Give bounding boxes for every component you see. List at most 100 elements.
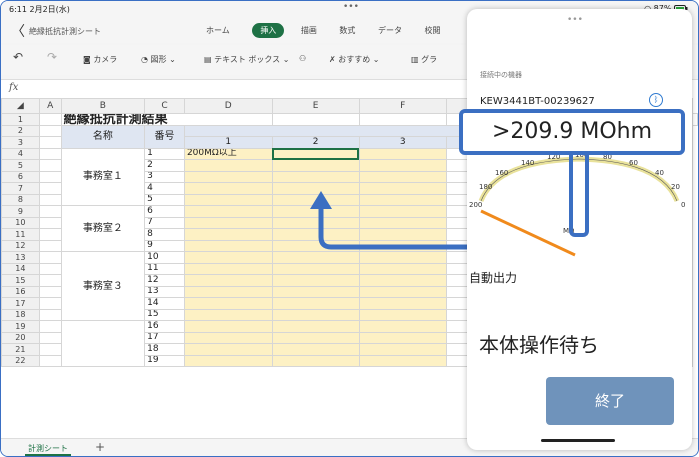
row-header[interactable]: 9: [1, 205, 40, 218]
tab-insert[interactable]: 挿入: [252, 23, 285, 38]
row-header[interactable]: 7: [1, 182, 40, 195]
cell-a[interactable]: [38, 124, 62, 137]
cell-a[interactable]: [38, 113, 62, 126]
cell[interactable]: [692, 113, 698, 126]
result-cell[interactable]: [183, 170, 273, 183]
cell-number[interactable]: 6: [144, 205, 185, 218]
cell-number[interactable]: 2: [144, 159, 185, 172]
result-cell[interactable]: [271, 308, 360, 321]
undo-icon[interactable]: ↶: [13, 50, 23, 64]
result-cell[interactable]: [271, 331, 360, 344]
cell-number[interactable]: 12: [144, 274, 185, 287]
cell[interactable]: [358, 113, 447, 126]
recommended-button[interactable]: ✗ おすすめ ⌄: [329, 54, 380, 65]
result-cell[interactable]: [358, 320, 447, 333]
row-header[interactable]: 6: [1, 170, 40, 183]
tab-home[interactable]: ホーム: [206, 25, 230, 36]
panel-handle[interactable]: •••: [567, 15, 583, 25]
row-header[interactable]: 19: [1, 320, 40, 333]
redo-icon[interactable]: ↷: [47, 50, 57, 64]
cell-a[interactable]: [38, 320, 62, 333]
add-sheet-button[interactable]: +: [95, 440, 105, 454]
cell-number[interactable]: 11: [144, 262, 185, 275]
result-cell[interactable]: [271, 285, 360, 298]
cell-number[interactable]: 19: [144, 354, 185, 367]
cell-a[interactable]: [38, 136, 62, 149]
bluetooth-icon[interactable]: ᛒ: [649, 93, 663, 107]
result-cell[interactable]: [358, 147, 447, 160]
cell-a[interactable]: [38, 159, 62, 172]
header-trial-1[interactable]: 1: [183, 136, 273, 149]
cell-number[interactable]: 3: [144, 170, 185, 183]
cell-number[interactable]: 8: [144, 228, 185, 241]
row-header[interactable]: 21: [1, 343, 40, 356]
result-cell[interactable]: [358, 297, 447, 310]
tab-data[interactable]: データ: [378, 25, 402, 36]
result-cell[interactable]: [183, 239, 273, 252]
cell-a[interactable]: [38, 297, 62, 310]
cell-number[interactable]: 10: [144, 251, 185, 264]
result-cell[interactable]: [358, 331, 447, 344]
result-cell[interactable]: [183, 205, 273, 218]
result-cell[interactable]: [183, 182, 273, 195]
result-cell[interactable]: [358, 343, 447, 356]
cell-a[interactable]: [38, 193, 62, 206]
result-cell[interactable]: [358, 308, 447, 321]
row-header[interactable]: 3: [1, 136, 40, 149]
cell-a[interactable]: [38, 274, 62, 287]
result-cell[interactable]: [358, 159, 447, 172]
result-cell[interactable]: [183, 159, 273, 172]
end-button[interactable]: 終了: [546, 377, 674, 425]
shapes-button[interactable]: ◔ 図形 ⌄: [141, 54, 176, 65]
cell-a[interactable]: [38, 216, 62, 229]
header-trial-3[interactable]: 3: [358, 136, 447, 149]
selected-cell[interactable]: [271, 147, 360, 160]
cell-a[interactable]: [38, 205, 62, 218]
cell-number[interactable]: 1: [144, 147, 185, 160]
result-cell[interactable]: [183, 285, 273, 298]
room-name-empty[interactable]: [60, 320, 146, 367]
column-header-f[interactable]: F: [358, 98, 447, 114]
column-header-b[interactable]: B: [60, 98, 146, 114]
cell-number[interactable]: 15: [144, 308, 185, 321]
result-cell[interactable]: [183, 297, 273, 310]
result-cell[interactable]: [271, 354, 360, 367]
cell-number[interactable]: 14: [144, 297, 185, 310]
result-cell[interactable]: [183, 331, 273, 344]
cell-a[interactable]: [38, 239, 62, 252]
result-cell[interactable]: [358, 274, 447, 287]
room-name[interactable]: 事務室３: [60, 251, 146, 321]
row-header[interactable]: 4: [1, 147, 40, 160]
result-cell[interactable]: [183, 343, 273, 356]
result-cell[interactable]: [271, 262, 360, 275]
tab-formulas[interactable]: 数式: [339, 25, 355, 36]
cell-number[interactable]: 7: [144, 216, 185, 229]
cell[interactable]: [271, 113, 360, 126]
column-header-a[interactable]: A: [38, 98, 62, 114]
cell-a[interactable]: [38, 147, 62, 160]
result-cell[interactable]: [183, 274, 273, 287]
row-header[interactable]: 12: [1, 239, 40, 252]
cell-a[interactable]: [38, 228, 62, 241]
cell-a[interactable]: [38, 182, 62, 195]
result-cell[interactable]: [183, 193, 273, 206]
room-name[interactable]: 事務室１: [60, 147, 146, 206]
cell-number[interactable]: 16: [144, 320, 185, 333]
chart-button[interactable]: ▥ グラ: [411, 54, 437, 65]
result-cell[interactable]: [271, 343, 360, 356]
result-cell[interactable]: [183, 354, 273, 367]
result-cell[interactable]: [183, 308, 273, 321]
result-cell[interactable]: [358, 262, 447, 275]
document-title[interactable]: 絶縁抵抗計測シート: [29, 26, 101, 37]
row-header[interactable]: 11: [1, 228, 40, 241]
result-cell[interactable]: [271, 320, 360, 333]
row-header[interactable]: 5: [1, 159, 40, 172]
tab-review[interactable]: 校閲: [425, 25, 441, 36]
result-cell[interactable]: [183, 262, 273, 275]
result-cell[interactable]: [183, 216, 273, 229]
row-header[interactable]: 14: [1, 262, 40, 275]
back-button[interactable]: 〈: [11, 21, 25, 41]
cell-a[interactable]: [38, 285, 62, 298]
cell-number[interactable]: 9: [144, 239, 185, 252]
row-header[interactable]: 16: [1, 285, 40, 298]
